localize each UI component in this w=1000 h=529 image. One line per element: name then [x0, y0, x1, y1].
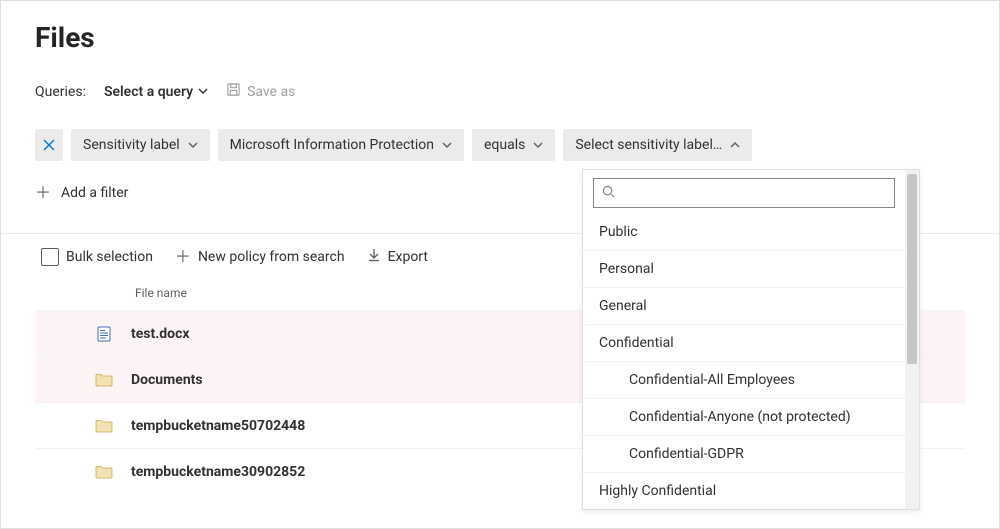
filter-provider-label: Microsoft Information Protection: [230, 137, 434, 153]
chevron-down-icon: [198, 84, 208, 100]
dropdown-search-input[interactable]: [621, 184, 886, 202]
dropdown-search[interactable]: [593, 178, 895, 208]
chevron-down-icon: [533, 140, 543, 150]
export-button[interactable]: Export: [367, 248, 428, 266]
save-as-button[interactable]: Save as: [226, 82, 295, 101]
close-icon: [43, 139, 55, 151]
file-name-cell: test.docx: [131, 326, 190, 342]
dropdown-option[interactable]: Confidential-Anyone (not protected): [583, 398, 905, 435]
page-title: Files: [35, 21, 965, 54]
bulk-selection-label: Bulk selection: [66, 249, 153, 265]
file-name-cell: tempbucketname50702448: [131, 418, 305, 434]
plus-icon: ＋: [175, 249, 191, 265]
chevron-up-icon: [730, 140, 740, 150]
dropdown-option[interactable]: General: [583, 287, 905, 324]
sensitivity-label-dropdown: PublicPersonalGeneralConfidentialConfide…: [582, 169, 920, 510]
download-icon: [367, 248, 381, 266]
remove-filter-button[interactable]: [35, 129, 63, 161]
query-selector-text: Select a query: [104, 84, 193, 100]
search-icon: [602, 185, 615, 202]
bulk-selection-toggle[interactable]: Bulk selection: [41, 248, 153, 266]
new-policy-button[interactable]: ＋ New policy from search: [175, 249, 345, 265]
dropdown-option[interactable]: Confidential-GDPR: [583, 435, 905, 472]
file-name-cell: tempbucketname30902852: [131, 464, 305, 480]
filter-value-pill[interactable]: Select sensitivity label…: [563, 129, 752, 161]
file-name-cell: Documents: [131, 372, 203, 388]
dropdown-scrollbar[interactable]: [905, 170, 919, 509]
dropdown-option[interactable]: Confidential-All Employees: [583, 361, 905, 398]
dropdown-option[interactable]: Highly Confidential: [583, 472, 905, 509]
save-icon: [226, 82, 241, 101]
chevron-down-icon: [188, 140, 198, 150]
queries-bar: Queries: Select a query Save as: [35, 82, 965, 101]
dropdown-option[interactable]: Confidential: [583, 324, 905, 361]
filter-pill-row: Sensitivity label Microsoft Information …: [35, 129, 965, 161]
add-filter-label: Add a filter: [61, 185, 128, 201]
export-label: Export: [388, 249, 428, 265]
dropdown-option[interactable]: Personal: [583, 250, 905, 287]
filter-value-label: Select sensitivity label…: [575, 137, 722, 153]
chevron-down-icon: [442, 140, 452, 150]
filter-attribute-pill[interactable]: Sensitivity label: [71, 129, 210, 161]
new-policy-label: New policy from search: [198, 249, 345, 265]
query-selector[interactable]: Select a query: [104, 84, 208, 100]
folder-icon: [95, 465, 113, 479]
queries-label: Queries:: [35, 84, 86, 100]
dropdown-option[interactable]: Public: [583, 214, 905, 250]
checkbox-icon: [41, 248, 59, 266]
filter-attribute-label: Sensitivity label: [83, 137, 180, 153]
folder-icon: [95, 419, 113, 433]
filter-operator-label: equals: [484, 137, 525, 153]
folder-icon: [95, 373, 113, 387]
document-icon: [95, 326, 113, 342]
scrollbar-thumb[interactable]: [907, 174, 917, 364]
save-as-label: Save as: [247, 84, 295, 100]
filter-operator-pill[interactable]: equals: [472, 129, 555, 161]
plus-icon: ＋: [35, 185, 51, 201]
filter-provider-pill[interactable]: Microsoft Information Protection: [218, 129, 464, 161]
